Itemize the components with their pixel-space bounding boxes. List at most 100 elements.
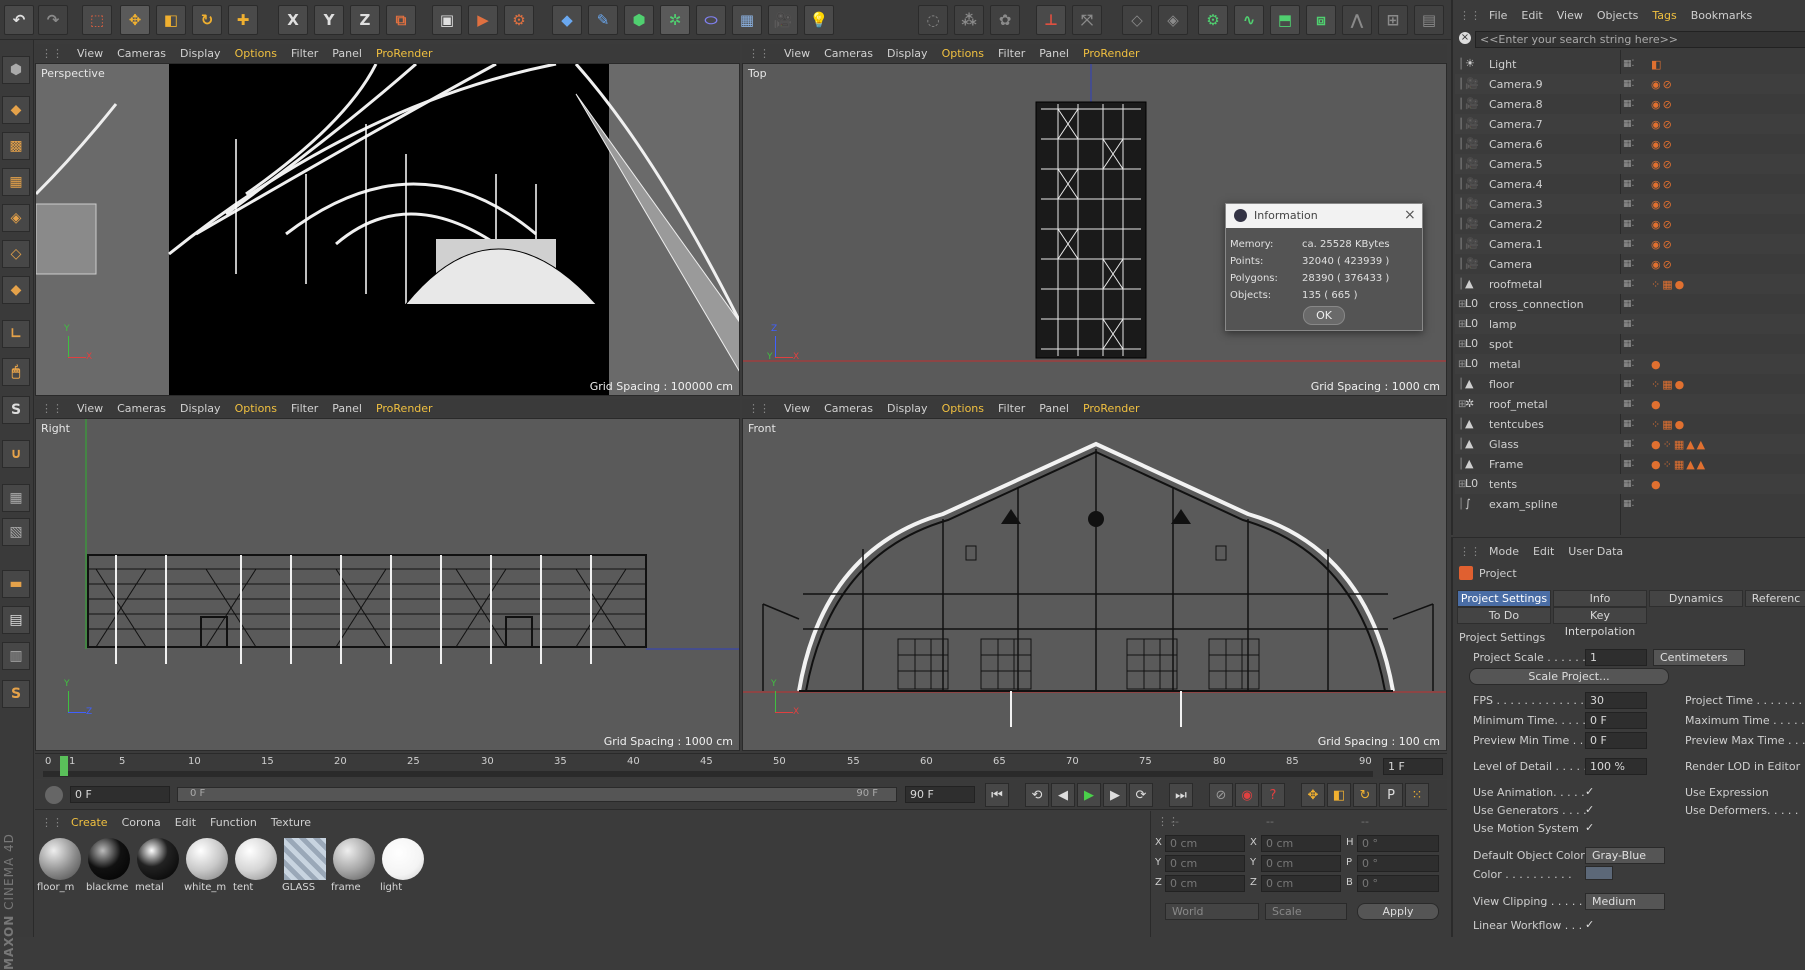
coord-mode-dropdown[interactable]: World	[1165, 903, 1259, 920]
script-icon[interactable]: S	[2, 680, 30, 708]
menu-prorender[interactable]: ProRender	[376, 47, 433, 60]
ok-button[interactable]: OK	[1303, 306, 1345, 325]
rotation-h-field[interactable]: 0 °	[1357, 835, 1439, 852]
viewport-top[interactable]: Top Z X Y Grid Spacing : 1000 cm Informa…	[742, 63, 1447, 396]
object-row[interactable]: │ ▲ floor ▦⁚ ⁘▦●	[1455, 374, 1805, 394]
object-row[interactable]: │ 🎥 Camera ▦⁚ ◉⊘	[1455, 254, 1805, 274]
material-swatch[interactable]: light	[380, 836, 426, 898]
visibility-dots-icon[interactable]: ▦⁚	[1623, 419, 1651, 429]
search-input[interactable]: <<Enter your search string here>>	[1475, 31, 1805, 48]
magnet-icon[interactable]: ∪	[2, 440, 30, 468]
edges-icon[interactable]: ◇	[2, 240, 30, 268]
level-of-detail-field[interactable]: 100 %	[1585, 758, 1647, 775]
expand-icon[interactable]: ⊞	[1458, 399, 1466, 410]
polygon-selection-icon[interactable]: ⬢	[2, 56, 30, 84]
menu-bookmarks[interactable]: Bookmarks	[1691, 9, 1752, 22]
floor-icon[interactable]: ▦	[732, 5, 762, 35]
go-to-end-icon[interactable]: ⏭	[1169, 783, 1193, 807]
symmetry-mode-icon[interactable]: ⬒	[1270, 5, 1300, 35]
scale-project-button[interactable]: Scale Project...	[1469, 668, 1669, 685]
axis-tool-icon[interactable]: ∟	[2, 320, 30, 348]
use-generators-checkbox[interactable]: ✓	[1585, 803, 1594, 816]
tags-icon[interactable]: ◉⊘	[1651, 238, 1674, 251]
expand-icon[interactable]: ⊞	[1458, 339, 1466, 350]
menu-options[interactable]: Options	[235, 402, 277, 415]
tags-icon[interactable]: ◉⊘	[1651, 138, 1674, 151]
menu-function[interactable]: Function	[210, 816, 257, 829]
render-settings-icon[interactable]: ⚙	[504, 5, 534, 35]
tags-icon[interactable]: ◧	[1651, 58, 1663, 71]
visibility-dots-icon[interactable]: ▦⁚	[1623, 339, 1651, 349]
planar-workplane-icon[interactable]: ▧	[2, 518, 30, 546]
visibility-dots-icon[interactable]: ▦⁚	[1623, 359, 1651, 369]
live-selection-icon[interactable]: ⬚	[82, 5, 112, 35]
visibility-dots-icon[interactable]: ▦⁚	[1623, 139, 1651, 149]
position-x-field[interactable]: 0 cm	[1165, 835, 1245, 852]
visibility-dots-icon[interactable]: ▦⁚	[1623, 159, 1651, 169]
pen-icon[interactable]: ✎	[588, 5, 618, 35]
folder-icon[interactable]: ▬	[2, 570, 30, 598]
menu-prorender[interactable]: ProRender	[1083, 47, 1140, 60]
menu-cameras[interactable]: Cameras	[824, 402, 873, 415]
menu-prorender[interactable]: ProRender	[376, 402, 433, 415]
parameter-key-icon[interactable]: P	[1379, 783, 1403, 807]
tab-key-interpolation[interactable]: Key Interpolation	[1553, 607, 1647, 638]
clapper-icon[interactable]: ▤	[2, 606, 30, 634]
tags-icon[interactable]: ◉⊘	[1651, 178, 1674, 191]
joint-icon[interactable]: ⋀	[1342, 5, 1372, 35]
tab-to-do[interactable]: To Do	[1457, 607, 1551, 624]
expand-icon[interactable]: ⊞	[1458, 319, 1466, 330]
project-scale-unit-dropdown[interactable]: Centimeters	[1653, 649, 1745, 666]
menu-file[interactable]: File	[1489, 9, 1507, 22]
menu-options[interactable]: Options	[942, 402, 984, 415]
expand-icon[interactable]: ⊞	[1458, 299, 1466, 310]
polygons-icon[interactable]: ◆	[2, 276, 30, 304]
next-key-icon[interactable]: ⟳	[1129, 783, 1153, 807]
rotation-p-field[interactable]: 0 °	[1357, 855, 1439, 872]
visibility-dots-icon[interactable]: ▦⁚	[1623, 379, 1651, 389]
visibility-dots-icon[interactable]: ▦⁚	[1623, 259, 1651, 269]
position-y-field[interactable]: 0 cm	[1165, 855, 1245, 872]
redo-icon[interactable]: ↷	[38, 5, 68, 35]
menu-cameras[interactable]: Cameras	[117, 47, 166, 60]
menu-display[interactable]: Display	[180, 402, 221, 415]
snap-icon[interactable]: ⚙	[1198, 5, 1228, 35]
menu-cameras[interactable]: Cameras	[117, 402, 166, 415]
light-icon[interactable]: 💡	[804, 5, 834, 35]
menu-tags[interactable]: Tags	[1652, 9, 1676, 22]
menu-filter[interactable]: Filter	[291, 402, 318, 415]
size-z-field[interactable]: 0 cm	[1261, 875, 1341, 892]
menu-create[interactable]: Create	[71, 816, 108, 829]
material-swatch[interactable]: white_m	[184, 836, 230, 898]
next-frame-icon[interactable]: ▶	[1103, 783, 1127, 807]
timeline-ruler[interactable]: 0 1 5 10 15 20 25 30 35 40 45 50 55 60 6…	[35, 753, 1447, 779]
menu-filter[interactable]: Filter	[291, 47, 318, 60]
object-row[interactable]: ⊞ L0 metal ▦⁚ ●	[1455, 354, 1805, 374]
visibility-dots-icon[interactable]: ▦⁚	[1623, 119, 1651, 129]
visibility-dots-icon[interactable]: ▦⁚	[1623, 179, 1651, 189]
tags-icon[interactable]: ◉⊘	[1651, 118, 1674, 131]
menu-user-data[interactable]: User Data	[1568, 545, 1623, 558]
tags-icon[interactable]: ●	[1651, 478, 1663, 491]
go-to-start-icon[interactable]: ⏮	[985, 783, 1009, 807]
object-row[interactable]: │ ☀ Light ▦⁚ ◧	[1455, 54, 1805, 74]
fps-field[interactable]: 30	[1585, 692, 1647, 709]
lock-workplane-icon[interactable]: ▦	[2, 484, 30, 512]
visibility-dots-icon[interactable]: ▦⁚	[1623, 79, 1651, 89]
menu-options[interactable]: Options	[942, 47, 984, 60]
rotation-b-field[interactable]: 0 °	[1357, 875, 1439, 892]
tags-icon[interactable]: ⁘▦●	[1651, 278, 1686, 291]
tags-icon[interactable]: ◉⊘	[1651, 258, 1674, 271]
tab-dynamics[interactable]: Dynamics	[1649, 590, 1743, 607]
tags-icon[interactable]: ●⁘▦▲▲	[1651, 438, 1707, 451]
object-row[interactable]: │ 🎥 Camera.5 ▦⁚ ◉⊘	[1455, 154, 1805, 174]
object-row[interactable]: ⊞ L0 lamp ▦⁚	[1455, 314, 1805, 334]
tags-icon[interactable]: ◉⊘	[1651, 198, 1674, 211]
subdivision-icon[interactable]: ⬢	[624, 5, 654, 35]
visibility-dots-icon[interactable]: ▦⁚	[1623, 219, 1651, 229]
tweak-icon[interactable]: 🖱	[2, 358, 30, 386]
visibility-dots-icon[interactable]: ▦⁚	[1623, 299, 1651, 309]
position-z-field[interactable]: 0 cm	[1165, 875, 1245, 892]
color-swatch[interactable]	[1585, 866, 1613, 880]
previous-frame-icon[interactable]: ◀	[1051, 783, 1075, 807]
